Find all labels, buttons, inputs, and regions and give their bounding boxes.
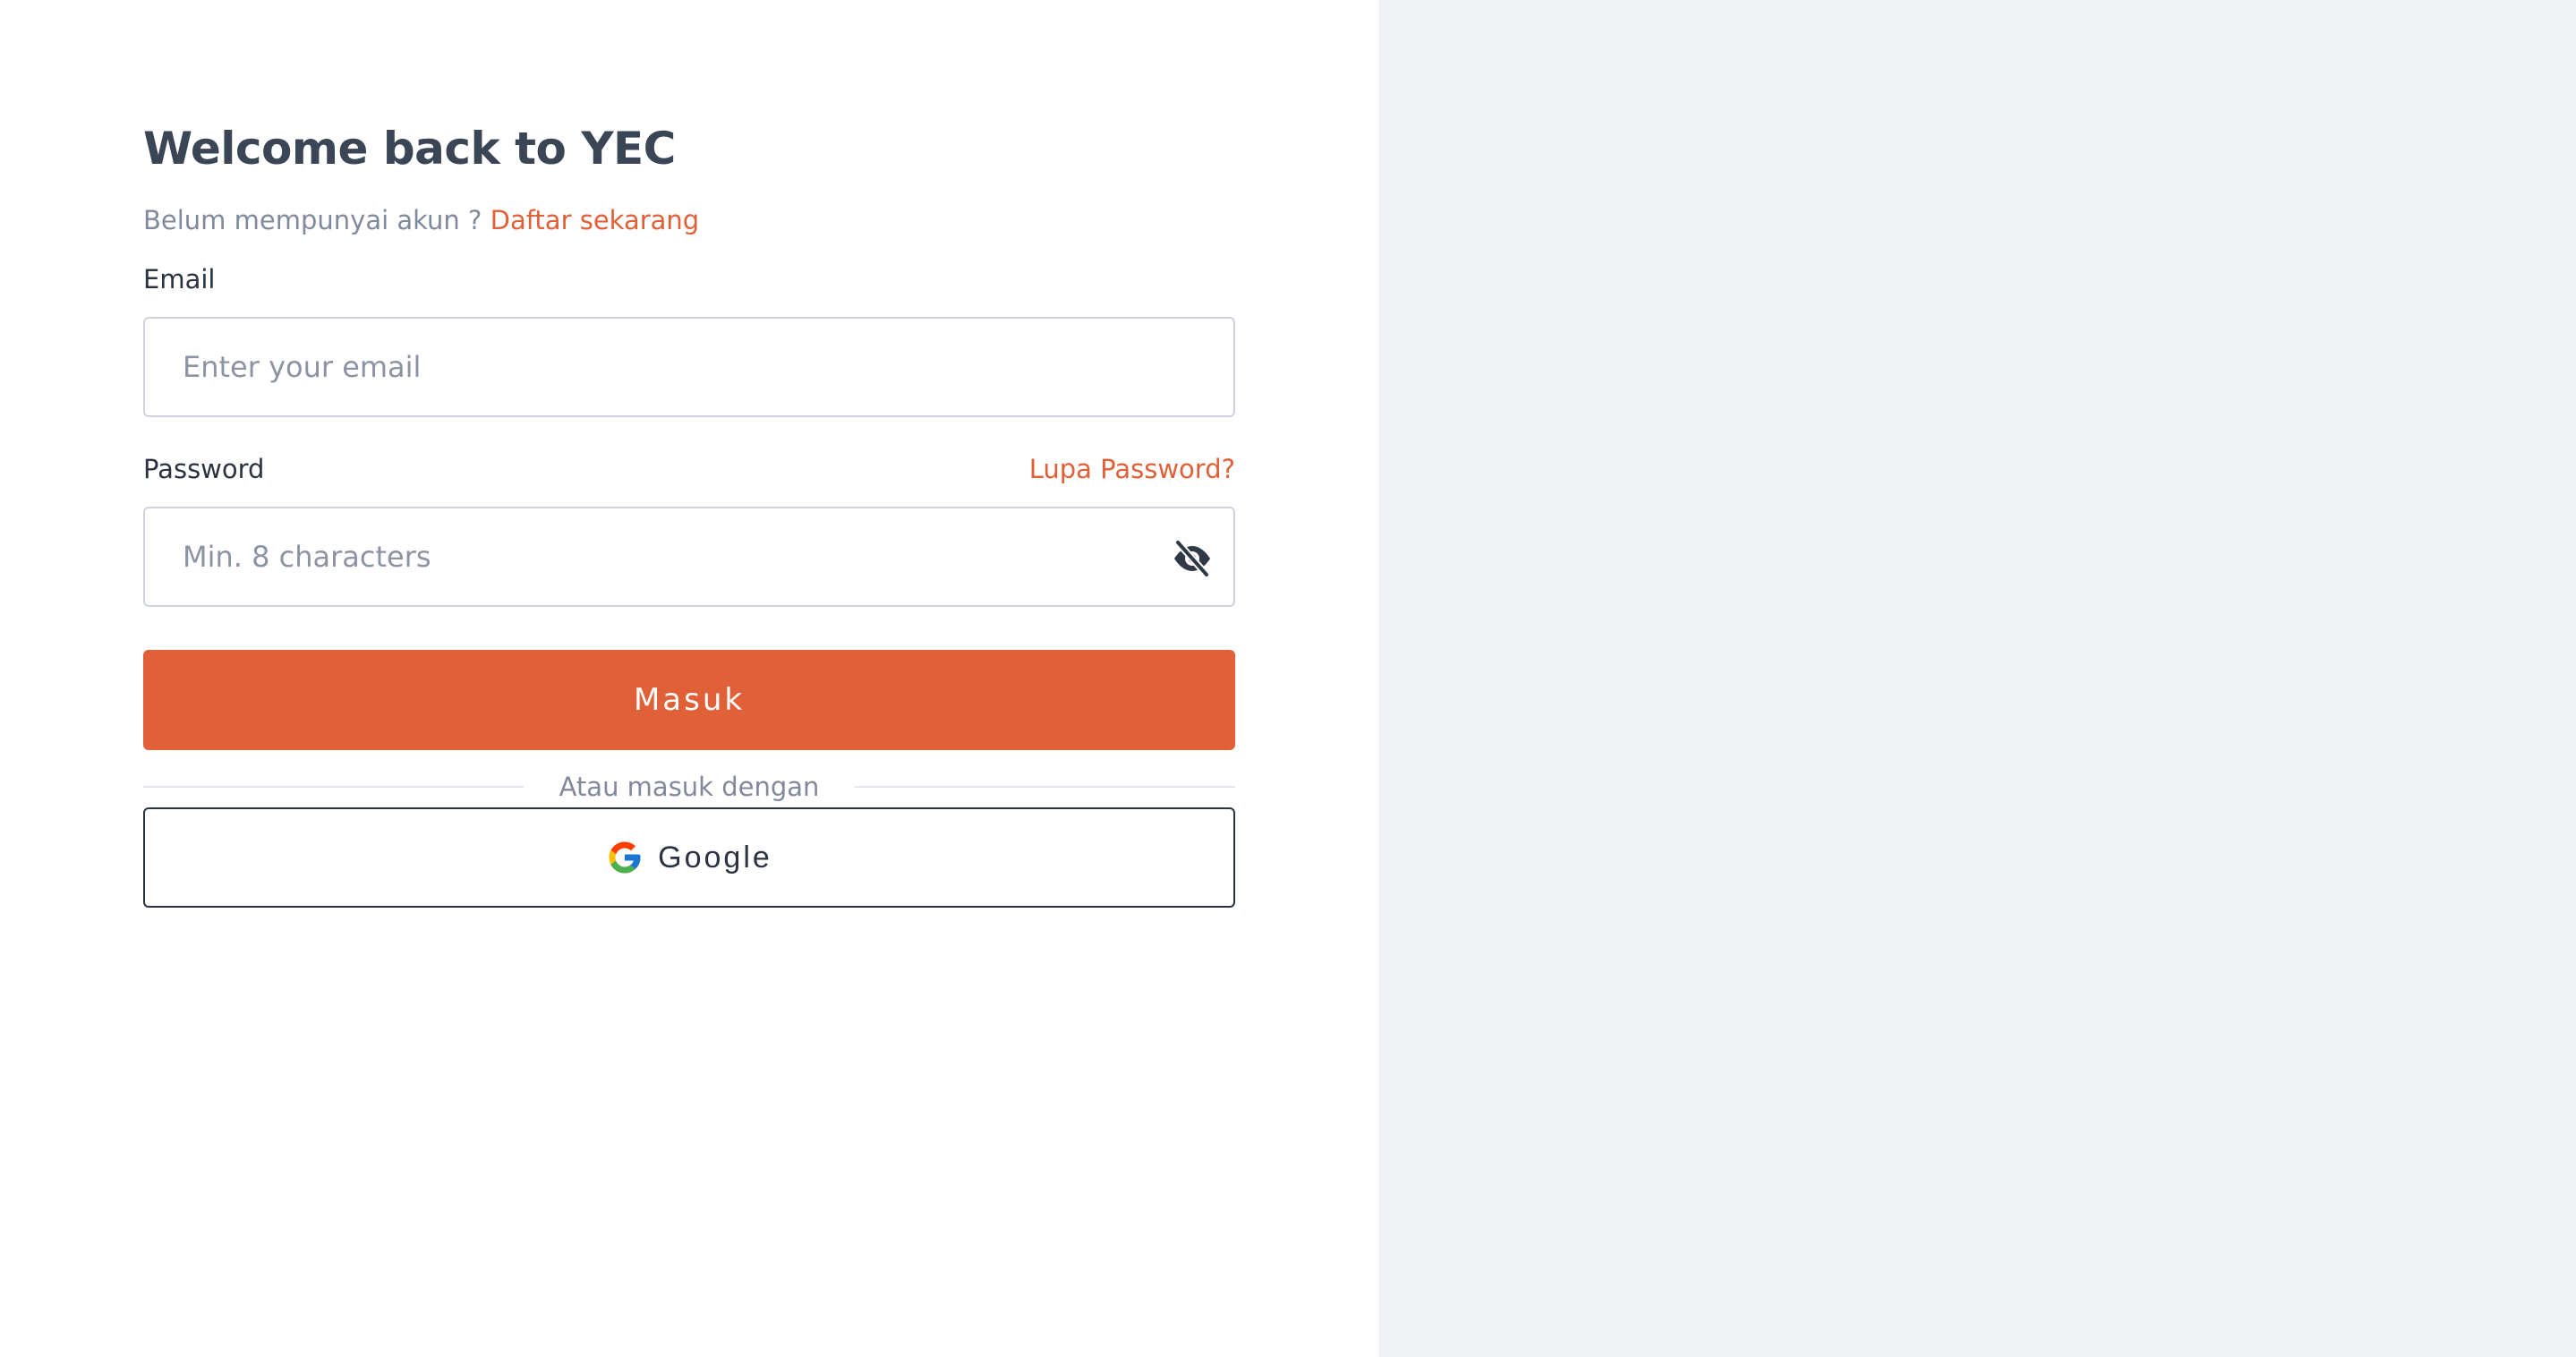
signup-prompt-text: Belum mempunyai akun ? [143, 205, 482, 235]
alt-login-divider: Atau masuk dengan [143, 766, 1235, 807]
email-label-row: Email [143, 258, 1235, 301]
google-logo-icon [606, 839, 644, 876]
login-submit-button[interactable]: Masuk [143, 650, 1235, 750]
page-title: Welcome back to YEC [143, 123, 676, 175]
eye-off-icon[interactable] [1171, 539, 1214, 578]
google-login-label: Google [658, 840, 772, 875]
divider-text: Atau masuk dengan [559, 772, 820, 802]
signup-prompt-line: Belum mempunyai akun ? Daftar sekarang [143, 193, 1235, 247]
email-field-box [143, 317, 1235, 417]
divider-line-right [855, 786, 1235, 788]
password-field-box [143, 507, 1235, 607]
login-panel: Welcome back to YEC Belum mempunyai akun… [0, 0, 1378, 1357]
password-label: Password [143, 454, 265, 484]
divider-line-left [143, 786, 524, 788]
right-side-panel [1378, 0, 2576, 1357]
email-field[interactable] [145, 319, 1233, 415]
login-form: Welcome back to YEC Belum mempunyai akun… [143, 116, 1235, 908]
login-page: Welcome back to YEC Belum mempunyai akun… [0, 0, 2576, 1357]
password-label-row: Password Lupa Password? [143, 448, 1235, 491]
email-label: Email [143, 264, 216, 294]
forgot-password-link[interactable]: Lupa Password? [1029, 454, 1235, 484]
login-submit-label: Masuk [633, 682, 746, 718]
google-login-button[interactable]: Google [143, 807, 1235, 908]
signup-link[interactable]: Daftar sekarang [490, 205, 700, 235]
password-field[interactable] [145, 508, 1233, 605]
